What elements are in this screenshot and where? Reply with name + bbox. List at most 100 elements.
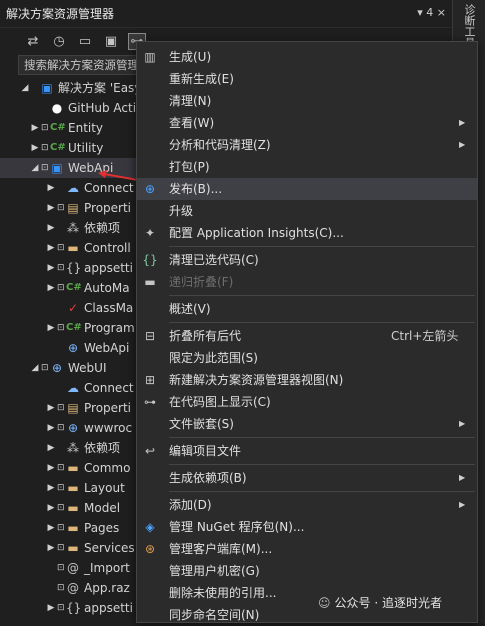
expand-icon[interactable]: ▶ — [46, 318, 56, 338]
collapse-icon[interactable]: ◢ — [30, 358, 40, 378]
panel-window-buttons[interactable]: ▾ 4 × — [417, 6, 446, 19]
menu-user-secrets[interactable]: 管理用户机密(G) — [137, 560, 477, 582]
menu-item-label: 清理(N) — [169, 94, 212, 108]
menu-clean[interactable]: 清理(N) — [137, 90, 477, 112]
folder-icon: ▬ — [67, 461, 79, 475]
expand-icon[interactable]: ▶ — [46, 278, 56, 298]
folder-icon: ▬ — [67, 521, 79, 535]
expand-icon[interactable]: ▶ — [46, 478, 56, 498]
show-all-files-icon[interactable]: ▣ — [102, 34, 120, 49]
tree-deps[interactable]: ▶ ⁂ 依赖项 — [0, 218, 140, 238]
tree-program[interactable]: ▶ ⊡ C# Program — [0, 318, 140, 338]
tree-services[interactable]: ▶ ⊡ ▬ Services — [0, 538, 140, 558]
expand-icon[interactable]: ▶ — [46, 518, 56, 538]
menu-view[interactable]: 查看(W) ▶ — [137, 112, 477, 134]
menu-publish[interactable]: ⊕ 发布(B)... — [137, 178, 477, 200]
tree-webui[interactable]: ◢ ⊡ ⊕ WebUI — [0, 358, 140, 378]
menu-separator — [169, 295, 475, 296]
tree-properties-2[interactable]: ▶ ⊡ ▤ Properti — [0, 398, 140, 418]
json-file-icon: {} — [66, 261, 82, 275]
menu-client-libs[interactable]: ⊛ 管理客户端库(M)... — [137, 538, 477, 560]
tree-classmap[interactable]: ✓ ClassMa — [0, 298, 140, 318]
menu-analyze[interactable]: 分析和代码清理(Z) ▶ — [137, 134, 477, 156]
menu-edit-project[interactable]: ↩ 编辑项目文件 — [137, 440, 477, 462]
tree-utility[interactable]: ▶ ⊡ C# Utility — [0, 138, 140, 158]
expand-icon[interactable]: ▶ — [46, 418, 56, 438]
collapse-all-icon[interactable]: ▭ — [76, 34, 94, 49]
menu-item-label: 生成(U) — [169, 50, 212, 64]
annotation-arrow — [98, 170, 139, 181]
expand-icon[interactable]: ▶ — [46, 438, 56, 458]
expand-icon[interactable]: ▶ — [46, 538, 56, 558]
expand-icon[interactable]: ▶ — [46, 198, 56, 218]
tree-webapi-http[interactable]: ⊕ WebApi — [0, 338, 140, 358]
tree-github[interactable]: ● GitHub Acti — [0, 98, 140, 118]
menu-scope[interactable]: 限定为此范围(S) — [137, 347, 477, 369]
tree-deps-2[interactable]: ▶ ⁂ 依赖项 — [0, 438, 140, 458]
tree-solution[interactable]: ◢ ▣ 解决方案 'Easy — [0, 78, 140, 98]
watermark: ☺ 公众号 · 追逐时光者 — [318, 594, 442, 611]
menu-build-deps[interactable]: 生成依赖项(B) ▶ — [137, 467, 477, 489]
expand-icon[interactable]: ▶ — [46, 458, 56, 478]
menu-code-map[interactable]: ⊶ 在代码图上显示(C) — [137, 391, 477, 413]
menu-item-label: 管理用户机密(G) — [169, 564, 260, 578]
menu-shortcut: Ctrl+左箭头 — [391, 329, 459, 343]
expand-icon[interactable]: ▶ — [46, 178, 56, 198]
expand-icon[interactable]: ▶ — [46, 258, 56, 278]
tree-layout[interactable]: ▶ ⊡ ▬ Layout — [0, 478, 140, 498]
expand-icon[interactable]: ▶ — [46, 598, 56, 618]
collapse-icon[interactable]: ◢ — [30, 158, 40, 178]
lock-icon: ⊡ — [57, 423, 65, 433]
lock-icon: ⊡ — [57, 543, 65, 553]
menu-new-view[interactable]: ⊞ 新建解决方案资源管理器视图(N) — [137, 369, 477, 391]
menu-upgrade[interactable]: 升级 — [137, 200, 477, 222]
menu-item-label: 文件嵌套(S) — [169, 417, 234, 431]
expand-icon[interactable]: ▶ — [30, 138, 40, 158]
lock-icon: ⊡ — [57, 563, 65, 573]
edit-project-icon: ↩ — [144, 444, 156, 458]
menu-separator — [169, 491, 475, 492]
tree-model[interactable]: ▶ ⊡ ▬ Model — [0, 498, 140, 518]
tree-appsettings-2[interactable]: ▶ ⊡{} appsetti — [0, 598, 140, 618]
tree-item-label: Services — [84, 541, 135, 555]
nuget-icon: ◈ — [145, 520, 155, 534]
menu-item-label: 分析和代码清理(Z) — [169, 138, 271, 152]
menu-add[interactable]: 添加(D) ▶ — [137, 494, 477, 516]
menu-item-label: 在代码图上显示(C) — [169, 395, 271, 409]
tree-app[interactable]: ⊡ @ App.raz — [0, 578, 140, 598]
menu-nuget[interactable]: ◈ 管理 NuGet 程序包(N)... — [137, 516, 477, 538]
expand-icon[interactable]: ▶ — [46, 218, 56, 238]
tree-properties[interactable]: ▶ ⊡ ▤ Properti — [0, 198, 140, 218]
tree-appsettings[interactable]: ▶ ⊡{} appsetti — [0, 258, 140, 278]
menu-item-label: 编辑项目文件 — [169, 444, 242, 458]
expand-icon[interactable]: ▶ — [30, 118, 40, 138]
tree-pages[interactable]: ▶ ⊡ ▬ Pages — [0, 518, 140, 538]
history-icon[interactable]: ◷ — [50, 34, 68, 49]
tree-common[interactable]: ▶ ⊡ ▬ Commo — [0, 458, 140, 478]
expand-icon[interactable]: ▶ — [46, 498, 56, 518]
web-project-icon: ▣ — [51, 161, 63, 175]
collapse-icon[interactable]: ◢ — [20, 78, 30, 98]
expand-icon[interactable]: ▶ — [46, 398, 56, 418]
menu-overview[interactable]: 概述(V) — [137, 298, 477, 320]
tree-imports[interactable]: ⊡ @ _Import — [0, 558, 140, 578]
expand-icon[interactable]: ▶ — [46, 238, 56, 258]
submenu-arrow-icon: ▶ — [459, 118, 466, 127]
search-input[interactable]: 搜索解决方案资源管理 — [18, 55, 154, 75]
tree-entity[interactable]: ▶ ⊡ C# Entity — [0, 118, 140, 138]
tree-item-label: 解决方案 'Easy — [58, 81, 140, 95]
lock-icon: ⊡ — [57, 503, 65, 513]
menu-rebuild[interactable]: 重新生成(E) — [137, 68, 477, 90]
menu-build[interactable]: ▥ 生成(U) — [137, 46, 477, 68]
tree-connected-2[interactable]: ☁ Connect — [0, 378, 140, 398]
tree-item-label: 依赖项 — [84, 441, 121, 455]
menu-collapse-all[interactable]: ⊟ 折叠所有后代 Ctrl+左箭头 — [137, 325, 477, 347]
menu-file-nesting[interactable]: 文件嵌套(S) ▶ — [137, 413, 477, 435]
menu-pack[interactable]: 打包(P) — [137, 156, 477, 178]
tree-automapper[interactable]: ▶ ⊡ C# AutoMa — [0, 278, 140, 298]
menu-clean-code[interactable]: {} 清理已选代码(C) — [137, 249, 477, 271]
tree-wwwroot[interactable]: ▶ ⊡ ⊕ wwwroc — [0, 418, 140, 438]
switch-views-icon[interactable]: ⇄ — [24, 34, 42, 49]
tree-controllers[interactable]: ▶ ⊡ ▬ Controll — [0, 238, 140, 258]
menu-app-insights[interactable]: ✦ 配置 Application Insights(C)... — [137, 222, 477, 244]
